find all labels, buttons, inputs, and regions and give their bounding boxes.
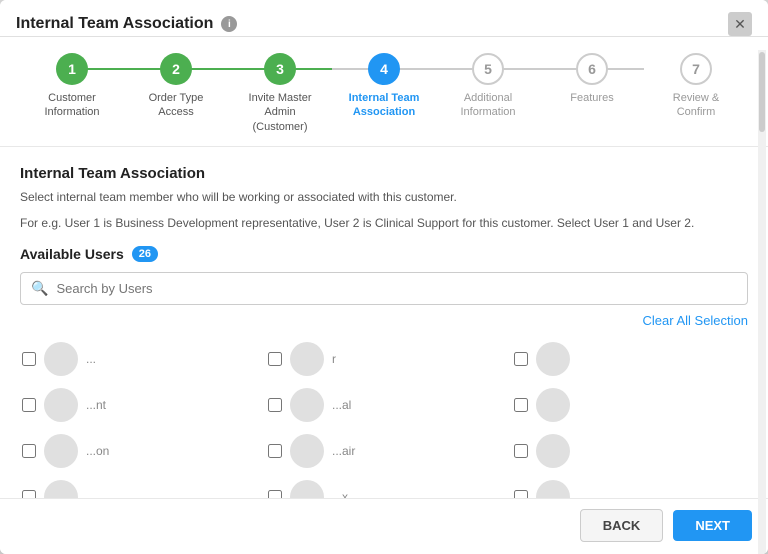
step-circle-2: 2: [160, 53, 192, 85]
step-label-6: Features: [570, 91, 613, 105]
step-label-2: Order Type Access: [136, 91, 216, 120]
list-item: [512, 382, 748, 428]
search-box: 🔍: [20, 272, 748, 305]
users-count-badge: 26: [132, 246, 158, 262]
user-checkbox[interactable]: [22, 490, 36, 498]
user-grid: ... ...nt ...on: [20, 336, 748, 498]
list-item: ...on: [20, 428, 256, 474]
step-label-3: Invite Master Admin (Customer): [240, 91, 320, 134]
clear-link-row: Clear All Selection: [20, 313, 748, 328]
scrollbar-thumb[interactable]: [759, 52, 765, 132]
user-checkbox[interactable]: [514, 352, 528, 366]
scrollbar-track[interactable]: [758, 50, 766, 554]
user-checkbox[interactable]: [22, 352, 36, 366]
user-col-1: ... ...nt ...on: [20, 336, 256, 498]
step-2: 2 Order Type Access: [124, 53, 228, 120]
modal-header: Internal Team Association i ✕: [0, 0, 768, 37]
available-users-row: Available Users 26: [20, 246, 748, 262]
next-button[interactable]: NEXT: [673, 510, 752, 541]
step-circle-3: 3: [264, 53, 296, 85]
step-circle-7: 7: [680, 53, 712, 85]
avatar: [536, 434, 570, 468]
avatar: [536, 388, 570, 422]
search-icon: 🔍: [31, 280, 48, 297]
list-item: r: [266, 336, 502, 382]
clear-all-link[interactable]: Clear All Selection: [643, 313, 749, 328]
user-checkbox[interactable]: [268, 490, 282, 498]
user-checkbox[interactable]: [514, 490, 528, 498]
step-1: 1 CustomerInformation: [20, 53, 124, 120]
step-circle-6: 6: [576, 53, 608, 85]
modal-title: Internal Team Association: [16, 15, 213, 33]
user-name: ...x: [332, 490, 348, 498]
step-label-7: Review & Confirm: [656, 91, 736, 120]
avatar: [44, 480, 78, 498]
user-name: ...: [86, 352, 96, 366]
step-circle-4: 4: [368, 53, 400, 85]
user-checkbox[interactable]: [22, 398, 36, 412]
available-users-label: Available Users: [20, 246, 124, 262]
avatar: [44, 434, 78, 468]
step-label-4: Internal Team Association: [344, 91, 424, 120]
modal-title-row: Internal Team Association i: [16, 15, 237, 33]
modal: Internal Team Association i ✕ 1 Customer…: [0, 0, 768, 554]
example-text: For e.g. User 1 is Business Development …: [20, 214, 748, 232]
list-item: ...al: [266, 382, 502, 428]
avatar: [290, 434, 324, 468]
stepper: 1 CustomerInformation 2 Order Type Acces…: [0, 37, 768, 147]
list-item: ...nt: [20, 382, 256, 428]
user-col-2: r ...al ...air ...x: [266, 336, 502, 498]
list-item: [512, 336, 748, 382]
user-checkbox[interactable]: [268, 352, 282, 366]
step-3: 3 Invite Master Admin (Customer): [228, 53, 332, 134]
back-button[interactable]: BACK: [580, 509, 664, 542]
user-checkbox[interactable]: [514, 398, 528, 412]
user-checkbox[interactable]: [514, 444, 528, 458]
list-item: ...x: [266, 474, 502, 498]
avatar: [536, 480, 570, 498]
modal-footer: BACK NEXT: [0, 498, 768, 554]
step-label-1: CustomerInformation: [44, 91, 99, 120]
info-icon[interactable]: i: [221, 16, 237, 32]
list-item: ...: [20, 336, 256, 382]
user-name: ...nt: [86, 398, 106, 412]
user-name: ...on: [86, 444, 109, 458]
step-circle-5: 5: [472, 53, 504, 85]
list-item: [512, 428, 748, 474]
section-title: Internal Team Association: [20, 165, 748, 182]
user-checkbox[interactable]: [268, 444, 282, 458]
step-label-5: Additional Information: [448, 91, 528, 120]
user-checkbox[interactable]: [268, 398, 282, 412]
avatar: [290, 480, 324, 498]
close-button[interactable]: ✕: [728, 12, 752, 36]
list-item: ...air: [266, 428, 502, 474]
avatar: [44, 342, 78, 376]
list-item: [20, 474, 256, 498]
user-name: ...al: [332, 398, 351, 412]
modal-body: Internal Team Association Select interna…: [0, 147, 768, 498]
section-desc: Select internal team member who will be …: [20, 188, 748, 206]
avatar: [536, 342, 570, 376]
search-input[interactable]: [56, 281, 737, 296]
step-5: 5 Additional Information: [436, 53, 540, 120]
step-4: 4 Internal Team Association: [332, 53, 436, 120]
user-name: ...air: [332, 444, 355, 458]
avatar: [290, 388, 324, 422]
avatar: [44, 388, 78, 422]
user-checkbox[interactable]: [22, 444, 36, 458]
user-col-3: [512, 336, 748, 498]
step-circle-1: 1: [56, 53, 88, 85]
user-name: r: [332, 352, 336, 366]
avatar: [290, 342, 324, 376]
step-7: 7 Review & Confirm: [644, 53, 748, 120]
list-item: [512, 474, 748, 498]
step-6: 6 Features: [540, 53, 644, 105]
